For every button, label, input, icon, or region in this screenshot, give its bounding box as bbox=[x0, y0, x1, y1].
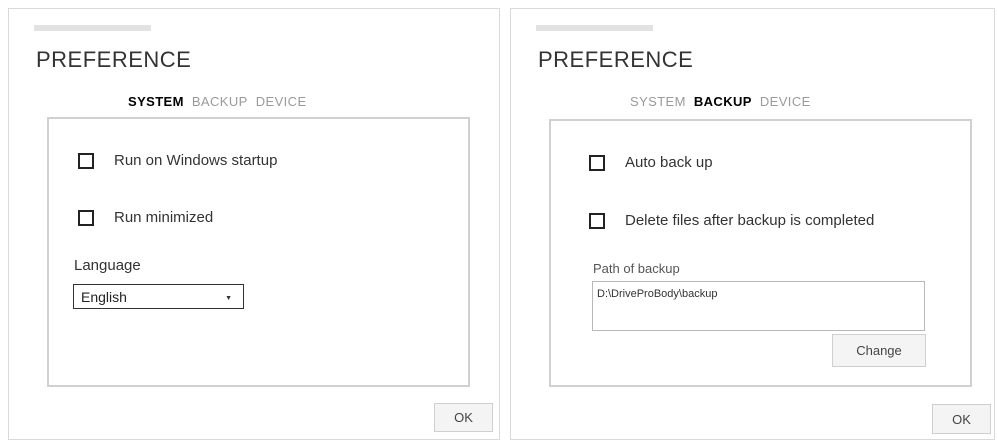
language-select[interactable]: English ▼ bbox=[73, 284, 244, 309]
tab-system[interactable]: SYSTEM bbox=[128, 94, 184, 109]
page-title: PREFERENCE bbox=[36, 47, 192, 72]
tab-system[interactable]: SYSTEM bbox=[630, 94, 686, 109]
settings-content-box: Run on Windows startup Run minimized Lan… bbox=[47, 117, 470, 387]
page-title: PREFERENCE bbox=[538, 47, 694, 72]
tab-device[interactable]: DEVICE bbox=[256, 94, 307, 109]
title-bar-decoration bbox=[34, 25, 151, 31]
option-run-minimized[interactable]: Run minimized bbox=[78, 209, 213, 226]
auto-backup-checkbox[interactable] bbox=[589, 154, 605, 171]
auto-backup-label: Auto back up bbox=[625, 154, 713, 171]
tab-backup[interactable]: BACKUP bbox=[192, 94, 248, 109]
settings-content-box: Auto back up Delete files after backup i… bbox=[549, 119, 972, 387]
tab-backup[interactable]: BACKUP bbox=[694, 94, 752, 109]
run-on-startup-checkbox[interactable] bbox=[78, 152, 94, 169]
tab-bar: SYSTEM BACKUP DEVICE bbox=[128, 94, 307, 109]
backup-path-field[interactable]: D:\DriveProBody\backup bbox=[592, 281, 925, 331]
preference-panel-system: PREFERENCE SYSTEM BACKUP DEVICE Run on W… bbox=[8, 8, 500, 440]
chevron-down-icon: ▼ bbox=[225, 295, 232, 302]
backup-path-label: Path of backup bbox=[593, 261, 680, 276]
title-bar-decoration bbox=[536, 25, 653, 31]
preference-panel-backup: PREFERENCE SYSTEM BACKUP DEVICE Auto bac… bbox=[510, 8, 995, 440]
delete-after-backup-label: Delete files after backup is completed bbox=[625, 212, 875, 229]
run-minimized-label: Run minimized bbox=[114, 209, 214, 226]
option-delete-after-backup[interactable]: Delete files after backup is completed bbox=[589, 212, 874, 229]
option-run-on-startup[interactable]: Run on Windows startup bbox=[78, 152, 277, 169]
language-value: English bbox=[81, 288, 127, 305]
change-path-button[interactable]: Change bbox=[832, 334, 926, 367]
delete-after-backup-checkbox[interactable] bbox=[589, 212, 605, 229]
option-auto-backup[interactable]: Auto back up bbox=[589, 154, 713, 171]
tab-bar: SYSTEM BACKUP DEVICE bbox=[630, 94, 811, 109]
language-label: Language bbox=[74, 257, 141, 274]
run-minimized-checkbox[interactable] bbox=[78, 209, 94, 226]
tab-device[interactable]: DEVICE bbox=[760, 94, 811, 109]
run-on-startup-label: Run on Windows startup bbox=[114, 152, 278, 169]
ok-button[interactable]: OK bbox=[932, 404, 991, 434]
ok-button[interactable]: OK bbox=[434, 403, 493, 432]
